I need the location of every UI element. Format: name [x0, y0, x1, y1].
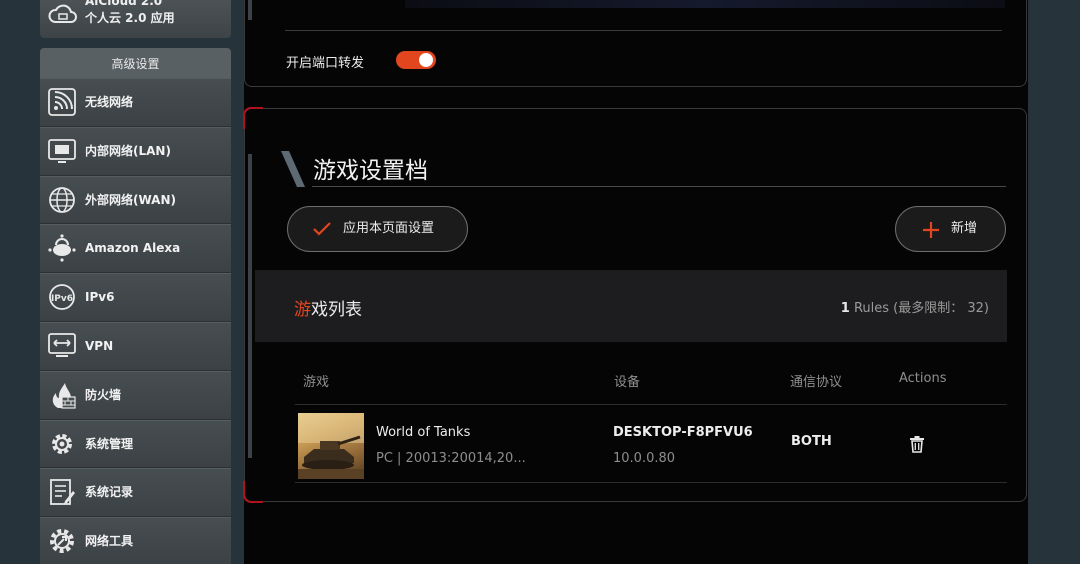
- add-label: 新增: [951, 221, 978, 236]
- device-ip: 10.0.0.80: [613, 451, 676, 466]
- sidebar: AiCloud 2.0 个人云 2.0 应用 高级设置 无线网络 内部网络(LA…: [40, 0, 231, 564]
- sidebar-item-label: 网络工具: [85, 534, 134, 549]
- gear-icon: [47, 429, 77, 459]
- rules-count-number: 1: [840, 301, 850, 316]
- sidebar-item-label: IPv6: [85, 290, 115, 305]
- sidebar-item-label: Amazon Alexa: [85, 241, 181, 256]
- trash-icon[interactable]: [909, 435, 925, 457]
- title-underline: [312, 186, 1006, 187]
- device-name: DESKTOP-F8PFVU6: [613, 425, 753, 440]
- aicloud-menu-item[interactable]: AiCloud 2.0 个人云 2.0 应用: [40, 0, 231, 38]
- page-title: 游戏设置档: [313, 158, 428, 184]
- svg-text:IPv6: IPv6: [51, 294, 73, 304]
- alexa-icon: [47, 233, 77, 263]
- rules-count-text: Rules (最多限制： 32): [853, 301, 989, 316]
- game-list-title: 游戏列表: [294, 295, 362, 320]
- game-thumbnail: [298, 413, 364, 479]
- wifi-icon: [47, 87, 77, 117]
- column-header-actions: Actions: [899, 371, 947, 386]
- sidebar-item-log[interactable]: 系统记录: [40, 468, 231, 518]
- port-forwarding-panel: 开启端口转发: [244, 0, 1027, 87]
- globe-icon: [47, 185, 77, 215]
- sidebar-item-label: VPN: [85, 338, 114, 353]
- sidebar-item-lan[interactable]: 内部网络(LAN): [40, 126, 231, 176]
- sidebar-item-system[interactable]: 系统管理: [40, 419, 231, 469]
- add-button[interactable]: 新增: [895, 206, 1006, 252]
- cloud-icon: [48, 2, 78, 34]
- port-forwarding-toggle[interactable]: [396, 51, 436, 69]
- vpn-icon: [47, 331, 77, 361]
- sidebar-item-label: 系统管理: [85, 436, 134, 451]
- lan-icon: [47, 136, 77, 166]
- panel-accent-line: [248, 0, 252, 20]
- sidebar-item-network-tools[interactable]: 网络工具: [40, 517, 231, 564]
- corner-accent: [243, 107, 263, 129]
- sidebar-item-label: 无线网络: [85, 95, 134, 109]
- rules-count: 1 Rules (最多限制： 32): [841, 297, 989, 316]
- sidebar-item-label: 防火墙: [85, 387, 122, 402]
- advanced-settings-header: 高级设置: [40, 48, 231, 78]
- sidebar-item-vpn[interactable]: VPN: [40, 321, 231, 371]
- column-header-game: 游戏: [303, 375, 330, 390]
- protocol-value: BOTH: [791, 434, 832, 449]
- game-list-title-accent: 游: [294, 300, 311, 320]
- aicloud-subtitle: 个人云 2.0 应用: [85, 11, 175, 25]
- sidebar-item-label: 内部网络(LAN): [85, 143, 171, 158]
- game-port: PC | 20013:20014,20...: [376, 451, 526, 466]
- apply-settings-button[interactable]: 应用本页面设置: [287, 206, 468, 252]
- tools-icon: [47, 526, 77, 556]
- sidebar-item-firewall[interactable]: 防火墙: [40, 370, 231, 420]
- corner-accent: [243, 481, 263, 503]
- firewall-icon: [47, 380, 77, 410]
- game-name: World of Tanks: [376, 425, 471, 440]
- port-forwarding-label: 开启端口转发: [286, 56, 365, 71]
- plus-icon: [922, 221, 940, 243]
- toggle-knob: [419, 53, 433, 67]
- ipv6-icon: IPv6: [47, 282, 77, 312]
- advanced-menu: 无线网络 内部网络(LAN) 外部网络(WAN) Amazon Alexa IP…: [40, 78, 231, 564]
- sidebar-item-alexa[interactable]: Amazon Alexa: [40, 224, 231, 274]
- page-right-margin: [1028, 0, 1080, 564]
- sidebar-item-ipv6[interactable]: IPv6 IPv6: [40, 273, 231, 322]
- apply-settings-label: 应用本页面设置: [343, 221, 435, 236]
- divider: [295, 404, 1007, 405]
- log-icon: [47, 477, 77, 507]
- column-header-device: 设备: [614, 375, 641, 390]
- sidebar-item-label: 系统记录: [85, 485, 134, 500]
- sidebar-item-wan[interactable]: 外部网络(WAN): [40, 175, 231, 225]
- sidebar-item-wireless[interactable]: 无线网络: [40, 78, 231, 127]
- banner-fragment: [405, 0, 1005, 8]
- panel-accent-line: [248, 154, 252, 458]
- game-profile-panel: 游戏设置档 应用本页面设置 新增 游戏列表 1 Rules (最多限制： 32)…: [243, 107, 1027, 503]
- sidebar-item-label: 外部网络(WAN): [85, 192, 176, 207]
- divider: [295, 482, 1007, 483]
- divider: [285, 30, 1002, 31]
- column-header-protocol: 通信协议: [790, 375, 843, 390]
- title-slash-icon: [281, 151, 305, 191]
- aicloud-title: AiCloud 2.0: [85, 0, 163, 8]
- game-list-header: 游戏列表 1 Rules (最多限制： 32): [255, 270, 1007, 342]
- check-icon: [312, 221, 332, 241]
- game-list-title-rest: 戏列表: [311, 300, 362, 320]
